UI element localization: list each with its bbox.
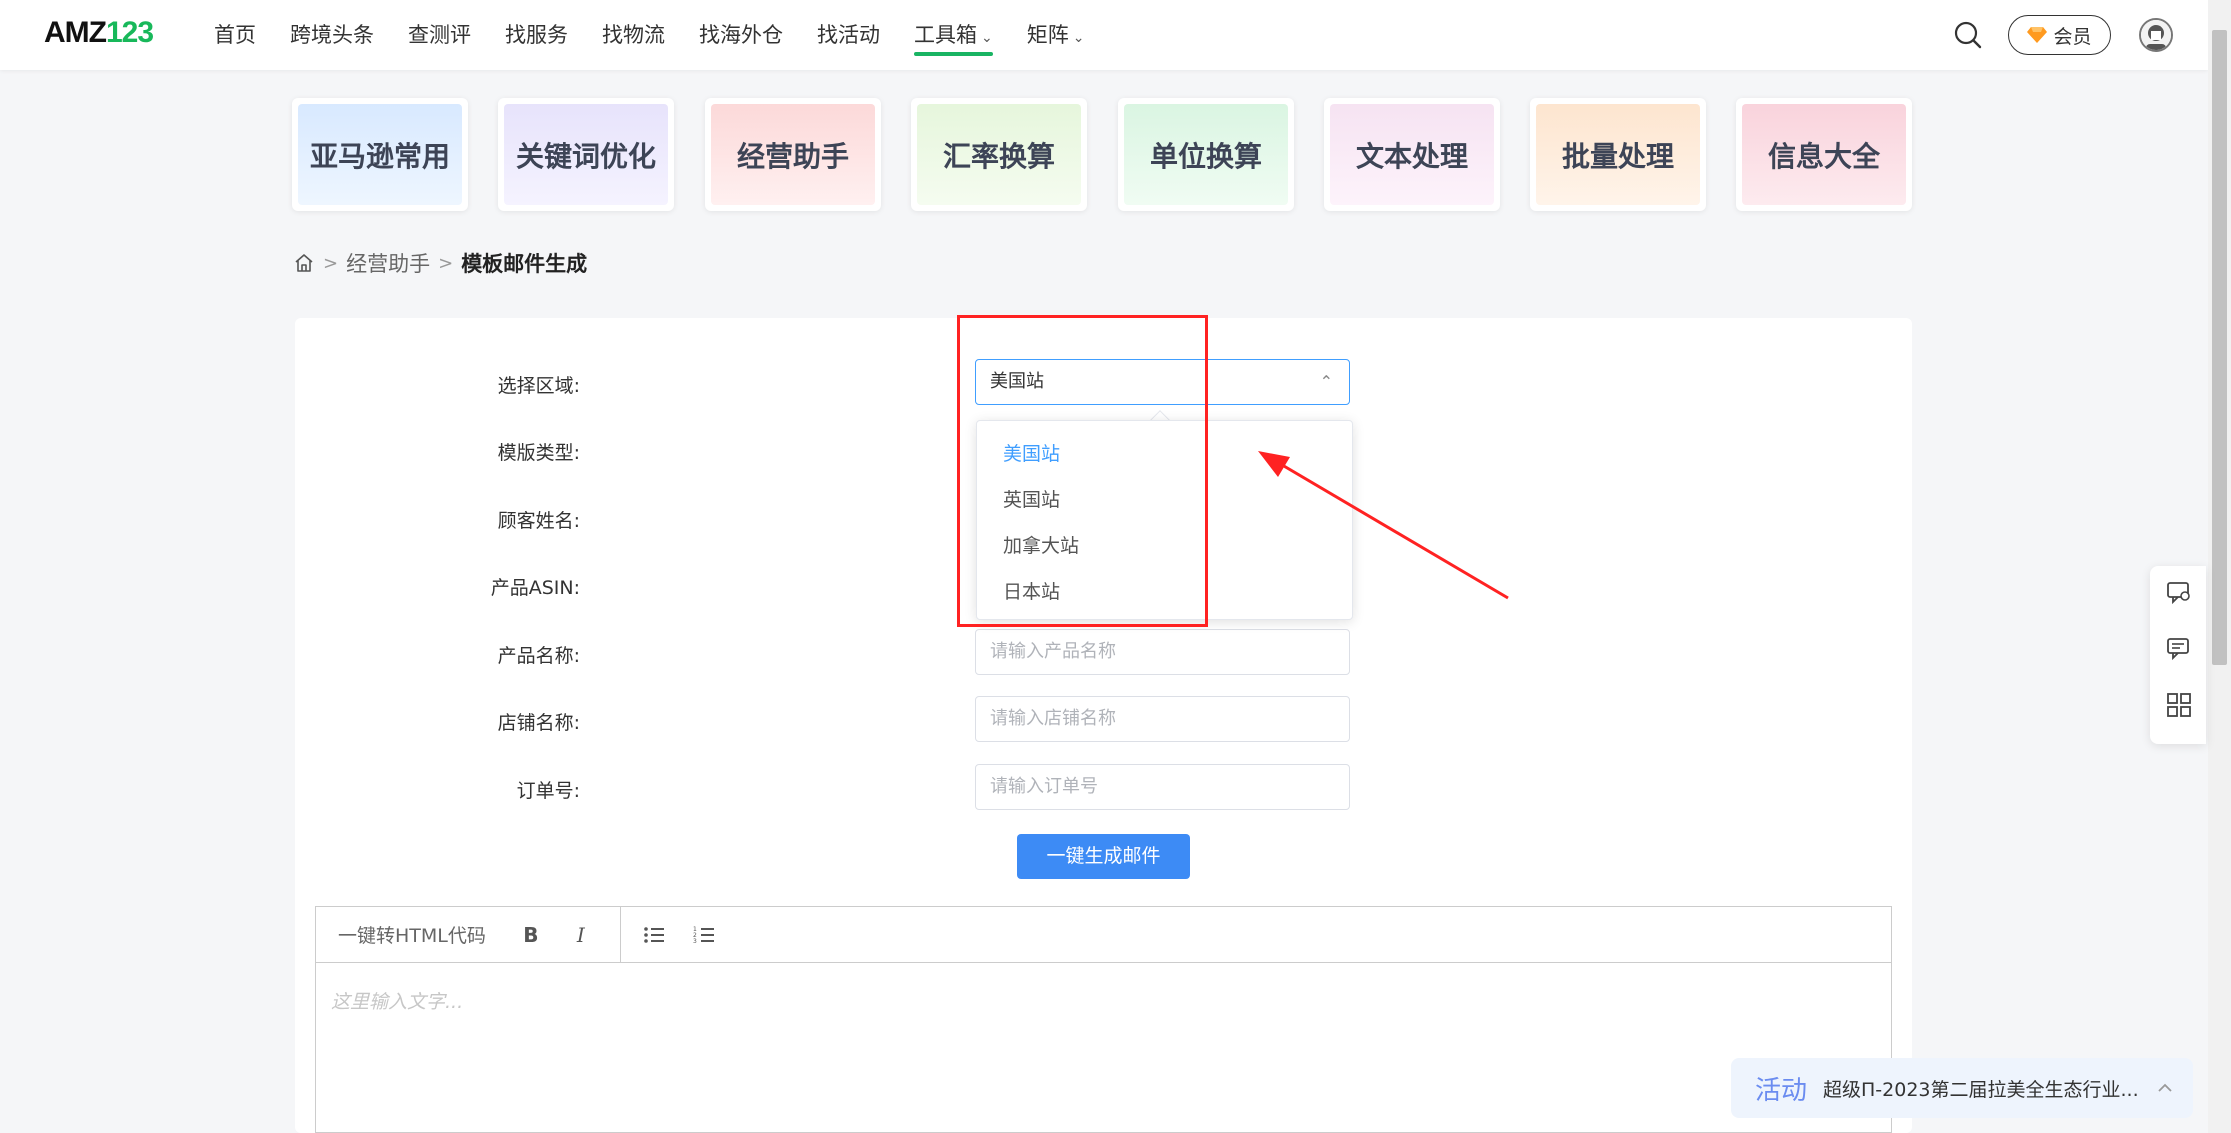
category-label: 批量处理	[1536, 104, 1700, 205]
nav-news[interactable]: 跨境头条	[290, 0, 374, 70]
category-card-exchange[interactable]: 汇率换算	[911, 98, 1087, 211]
activity-text[interactable]: 超级П-2023第二届拉美全生态行业...	[1823, 1075, 2153, 1102]
toolbar-divider	[619, 906, 621, 963]
vip-label: 会员	[2053, 25, 2092, 48]
customer-name-label: 顾客姓名:	[497, 510, 580, 532]
diamond-icon	[2027, 27, 2048, 43]
user-avatar-icon	[2141, 20, 2171, 50]
nav-label: 查测评	[408, 23, 471, 47]
store-row: 店铺名称: 请输入店铺名称	[295, 696, 1912, 742]
breadcrumb-separator: >	[323, 252, 339, 274]
category-card-info[interactable]: 信息大全	[1736, 98, 1912, 211]
italic-button[interactable]: I	[570, 923, 592, 947]
product-name-label: 产品名称:	[497, 645, 580, 667]
nav-label: 找活动	[817, 23, 880, 47]
chevron-up-icon: ⌃	[1319, 372, 1333, 391]
nav-toolbox[interactable]: 工具箱 ⌄	[914, 0, 993, 70]
bullet-list-icon[interactable]	[643, 924, 665, 946]
nav-label: 工具箱	[914, 23, 977, 47]
nav-matrix[interactable]: 矩阵 ⌄	[1027, 0, 1085, 70]
category-card-business[interactable]: 经营助手	[705, 98, 881, 211]
category-card-units[interactable]: 单位换算	[1118, 98, 1294, 211]
category-label: 关键词优化	[504, 104, 668, 205]
chat-icon[interactable]	[2166, 636, 2192, 662]
top-header: AMZ123 首页 跨境头条 查测评 找服务 找物流 找海外仓 找活动 工具箱 ⌄…	[0, 0, 2208, 70]
store-name-input[interactable]: 请输入店铺名称	[975, 696, 1350, 742]
feedback-icon[interactable]	[2166, 580, 2192, 606]
annotation-highlight-box	[957, 315, 1208, 627]
category-label: 亚马逊常用	[298, 104, 462, 205]
nav-warehouse[interactable]: 找海外仓	[699, 0, 783, 70]
editor-toolbar: 一键转HTML代码 B I 1 2 3	[316, 906, 1891, 963]
product-name-input[interactable]: 请输入产品名称	[975, 629, 1350, 675]
numbered-list-icon[interactable]: 1 2 3	[693, 924, 715, 946]
convert-html-button[interactable]: 一键转HTML代码	[338, 921, 486, 948]
nav-services[interactable]: 找服务	[505, 0, 568, 70]
category-label: 文本处理	[1330, 104, 1494, 205]
svg-text:3: 3	[693, 938, 697, 945]
order-row: 订单号: 请输入订单号	[295, 764, 1912, 810]
category-card-text[interactable]: 文本处理	[1324, 98, 1500, 211]
activity-tag: 活动	[1755, 1075, 1808, 1106]
logo-number: 123	[105, 16, 154, 49]
product-row: 产品名称: 请输入产品名称	[295, 629, 1912, 675]
region-label: 选择区域:	[497, 375, 580, 397]
search-icon[interactable]	[1953, 20, 1983, 50]
nav-events[interactable]: 找活动	[817, 0, 880, 70]
floating-side-tools	[2150, 566, 2206, 744]
nav-label: 找物流	[602, 23, 665, 47]
editor-text-area[interactable]: 这里输入文字...	[316, 963, 1891, 1038]
nav-reviews[interactable]: 查测评	[408, 0, 471, 70]
category-card-keywords[interactable]: 关键词优化	[498, 98, 674, 211]
nav-label: 首页	[214, 23, 256, 47]
page-scrollbar[interactable]	[2208, 0, 2231, 1133]
category-label: 单位换算	[1124, 104, 1288, 205]
generate-email-button[interactable]: 一键生成邮件	[1017, 834, 1190, 879]
template-type-label: 模版类型:	[497, 442, 580, 464]
category-card-amazon[interactable]: 亚马逊常用	[292, 98, 468, 211]
breadcrumb-current: 模板邮件生成	[461, 252, 588, 276]
main-nav: 首页 跨境头条 查测评 找服务 找物流 找海外仓 找活动 工具箱 ⌄ 矩阵 ⌄	[214, 0, 1118, 70]
vip-button[interactable]: 会员	[2008, 15, 2111, 55]
category-label: 信息大全	[1742, 104, 1906, 205]
avatar[interactable]	[2139, 18, 2173, 52]
nav-logistics[interactable]: 找物流	[602, 0, 665, 70]
bold-button[interactable]: B	[520, 923, 542, 947]
activity-banner[interactable]: 活动 超级П-2023第二届拉美全生态行业...	[1731, 1058, 2193, 1118]
nav-label: 矩阵	[1026, 23, 1069, 47]
asin-label: 产品ASIN:	[490, 577, 580, 599]
nav-label: 找服务	[505, 23, 568, 47]
annotation-arrow-icon	[1258, 451, 1509, 600]
chevron-up-icon[interactable]	[2155, 1078, 2175, 1098]
store-name-label: 店铺名称:	[497, 712, 580, 734]
breadcrumb-parent[interactable]: 经营助手	[346, 248, 430, 278]
chevron-down-icon: ⌄	[1072, 30, 1085, 46]
qr-code-icon[interactable]	[2166, 692, 2192, 718]
home-icon[interactable]	[293, 252, 315, 274]
category-label: 经营助手	[711, 104, 875, 205]
order-number-input[interactable]: 请输入订单号	[975, 764, 1350, 810]
nav-label: 找海外仓	[699, 23, 783, 47]
category-card-batch[interactable]: 批量处理	[1530, 98, 1706, 211]
scrollbar-thumb[interactable]	[2212, 30, 2227, 665]
rich-text-editor: 一键转HTML代码 B I 1 2 3 这里输入文字...	[315, 906, 1892, 1133]
nav-home[interactable]: 首页	[214, 0, 256, 70]
chevron-down-icon: ⌄	[981, 30, 993, 46]
nav-label: 跨境头条	[290, 23, 374, 47]
breadcrumb-separator: >	[438, 252, 454, 274]
logo-text: AMZ	[44, 16, 107, 49]
category-label: 汇率换算	[917, 104, 1081, 205]
breadcrumb: > 经营助手 > 模板邮件生成	[293, 248, 587, 278]
order-number-label: 订单号:	[516, 780, 580, 802]
logo[interactable]: AMZ123	[44, 16, 154, 50]
